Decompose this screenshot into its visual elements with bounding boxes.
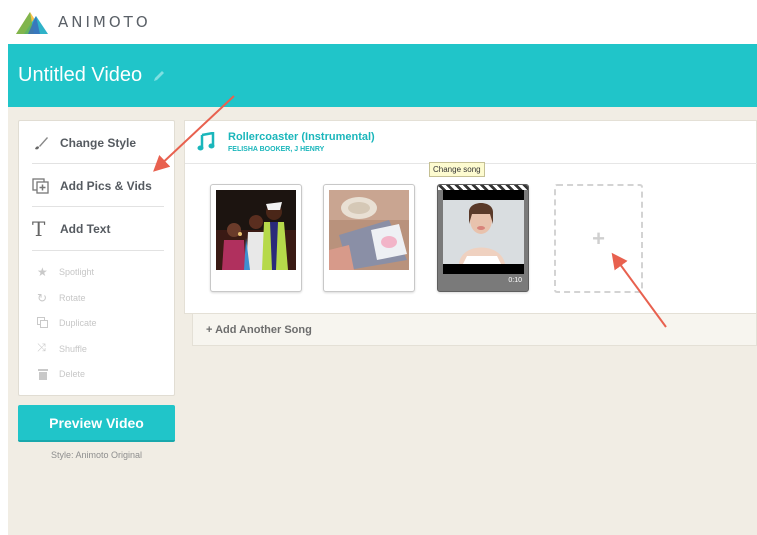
editor-content: Change Style Add Pics & Vids T Add Text … <box>8 107 757 535</box>
editor-page: ANIMOTO Untitled Video Change Style Add … <box>0 0 757 535</box>
video-title[interactable]: Untitled Video <box>18 64 142 87</box>
duplicate-icon <box>37 317 48 328</box>
video-header: Untitled Video <box>8 44 757 107</box>
style-label: Style: Animoto Original <box>50 450 143 460</box>
brush-icon <box>35 137 48 150</box>
add-media-icon <box>32 178 49 194</box>
media-thumbnail[interactable] <box>323 184 415 292</box>
song-artist: FELISHA BOOKER, J HENRY <box>228 146 325 153</box>
animoto-logo[interactable]: ANIMOTO <box>14 8 151 36</box>
divider <box>32 206 164 207</box>
duplicate-button[interactable]: Duplicate <box>37 317 97 329</box>
photo-image <box>329 190 409 270</box>
add-another-song-label: + Add Another Song <box>206 323 312 336</box>
brand-name: ANIMOTO <box>58 13 151 31</box>
photo-image <box>216 190 296 270</box>
shuffle-icon: ⤨ <box>37 342 46 354</box>
add-media-slot[interactable]: + <box>554 184 643 293</box>
plus-icon: + <box>592 225 605 251</box>
preview-video-button[interactable]: Preview Video <box>18 405 175 442</box>
add-another-song-button[interactable]: + Add Another Song <box>192 314 757 346</box>
song-panel: Rollercoaster (Instrumental) FELISHA BOO… <box>184 120 757 314</box>
media-thumbnail[interactable] <box>210 184 302 292</box>
music-note-icon <box>197 132 215 151</box>
star-icon: ★ <box>37 265 48 279</box>
video-thumbnail[interactable]: 0:10 <box>437 184 529 292</box>
delete-button[interactable]: Delete <box>37 368 85 380</box>
video-duration: 0:10 <box>508 277 522 284</box>
spotlight-button[interactable]: ★ Spotlight <box>37 265 94 279</box>
top-bar: ANIMOTO <box>0 0 757 44</box>
divider <box>32 163 164 164</box>
sidebar-tools: Change Style Add Pics & Vids T Add Text … <box>18 120 175 396</box>
divider <box>32 250 164 251</box>
add-text-button[interactable]: T Add Text <box>32 217 110 241</box>
rotate-button[interactable]: ↻ Rotate <box>37 291 86 305</box>
song-header[interactable]: Rollercoaster (Instrumental) FELISHA BOO… <box>185 121 757 164</box>
video-image <box>443 190 524 274</box>
shuffle-button[interactable]: ⤨ Shuffle <box>37 342 87 355</box>
change-song-tooltip: Change song <box>429 162 485 177</box>
animoto-logo-icon <box>16 12 48 34</box>
song-title[interactable]: Rollercoaster (Instrumental) <box>228 131 375 143</box>
add-pics-vids-button[interactable]: Add Pics & Vids <box>32 178 152 194</box>
rotate-icon: ↻ <box>37 291 48 305</box>
trash-icon <box>38 369 48 380</box>
text-icon: T <box>32 217 46 241</box>
change-style-button[interactable]: Change Style <box>32 135 136 151</box>
pencil-icon[interactable] <box>152 69 166 83</box>
